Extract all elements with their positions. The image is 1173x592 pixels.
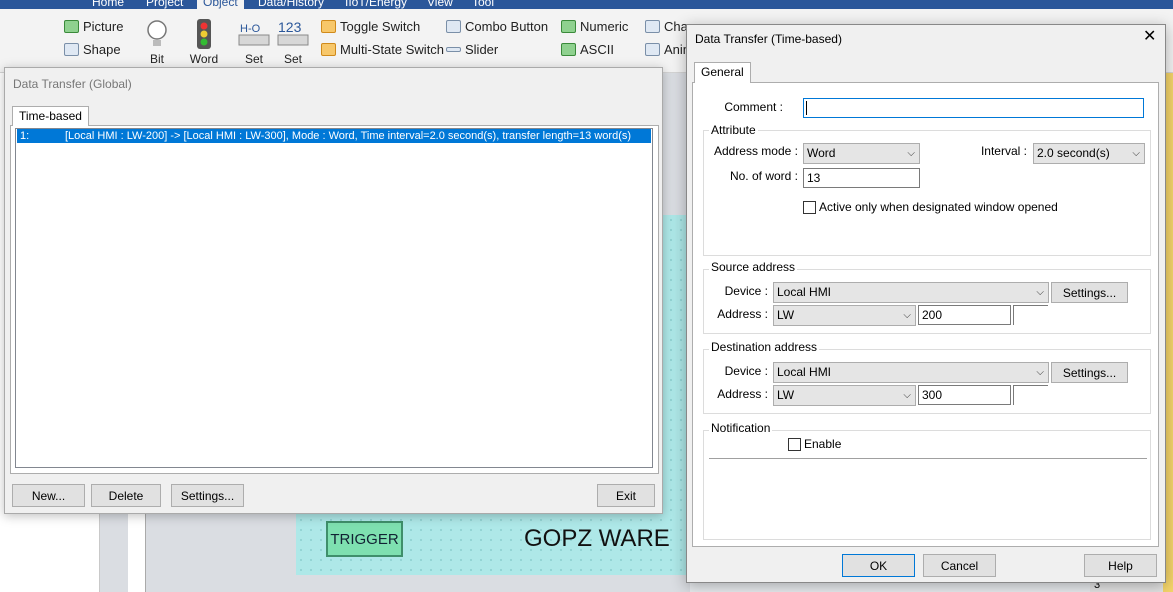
ribbon-shape[interactable]: Shape <box>64 42 121 57</box>
table-row[interactable]: 1: [Local HMI : LW-200] -> [Local HMI : … <box>17 129 651 143</box>
data-transfer-global-dialog: Data Transfer (Global) Time-based 1: [Lo… <box>4 67 663 514</box>
menu-tab-tool[interactable]: Tool <box>472 0 494 9</box>
close-icon[interactable]: ✕ <box>1143 29 1156 45</box>
ribbon-numeric[interactable]: Numeric <box>561 19 628 34</box>
set-word-icon: 123 <box>277 19 309 46</box>
combo-button-icon <box>446 20 461 33</box>
toggle-switch-icon <box>321 20 336 33</box>
menubar: Home Project Object Data/History IIoT/En… <box>0 0 1173 9</box>
shape-icon <box>64 43 79 56</box>
text-caret <box>806 101 807 115</box>
address-mode-select[interactable]: Word ⌵ <box>803 143 920 164</box>
ribbon-picture[interactable]: Picture <box>64 19 123 34</box>
dialog-title: Data Transfer (Time-based) <box>695 32 842 46</box>
help-button[interactable]: Help <box>1084 554 1157 577</box>
new-button[interactable]: New... <box>12 484 85 507</box>
settings-button[interactable]: Settings... <box>171 484 244 507</box>
ribbon-bit[interactable]: Bit <box>137 52 177 66</box>
traffic-light-icon <box>197 19 211 49</box>
active-only-label: Active only when designated window opene… <box>819 200 1058 214</box>
source-address-title: Source address <box>709 260 798 274</box>
source-address-type-select[interactable]: LW ⌵ <box>773 305 916 326</box>
exit-button[interactable]: Exit <box>597 484 655 507</box>
ribbon-set-word[interactable]: Set <box>273 52 313 66</box>
menu-tab-project[interactable]: Project <box>146 0 183 9</box>
enable-checkbox[interactable] <box>788 438 801 451</box>
ribbon-combo-button[interactable]: Combo Button <box>446 19 548 34</box>
destination-device-select[interactable]: Local HMI ⌵ <box>773 362 1049 383</box>
comment-input[interactable] <box>803 98 1144 118</box>
row-text: [Local HMI : LW-200] -> [Local HMI : LW-… <box>65 130 632 142</box>
interval-select[interactable]: 2.0 second(s) ⌵ <box>1033 143 1145 164</box>
gopz-ware-label: GOPZ WARE <box>524 525 670 552</box>
ok-button[interactable]: OK <box>842 554 915 577</box>
ribbon-chart[interactable]: Cha <box>645 19 688 34</box>
menu-tab-data-history[interactable]: Data/History <box>258 0 324 9</box>
animation-icon <box>645 43 660 56</box>
chart-icon <box>645 20 660 33</box>
tab-general[interactable]: General <box>694 62 751 83</box>
chevron-down-icon: ⌵ <box>903 390 911 401</box>
trigger-button[interactable]: TRIGGER <box>326 521 403 557</box>
destination-settings-button[interactable]: Settings... <box>1051 362 1128 383</box>
ribbon-multi-state-switch[interactable]: Multi-State Switch <box>321 42 444 57</box>
no-of-word-input[interactable]: 13 <box>803 168 920 188</box>
menu-tab-view[interactable]: View <box>427 0 453 9</box>
row-index: 1: <box>20 130 30 142</box>
ribbon-slider[interactable]: Slider <box>446 42 498 57</box>
menu-tab-home[interactable]: Home <box>92 0 124 9</box>
delete-button[interactable]: Delete <box>91 484 161 507</box>
source-device-label: Device : <box>724 284 768 298</box>
notification-title: Notification <box>709 421 773 435</box>
dialog-title: Data Transfer (Global) <box>13 77 132 91</box>
ribbon-set-bit[interactable]: Set <box>234 52 274 66</box>
destination-address-type-select[interactable]: LW ⌵ <box>773 385 916 406</box>
chevron-down-icon: ⌵ <box>1036 367 1044 378</box>
slider-icon <box>446 47 461 52</box>
source-settings-button[interactable]: Settings... <box>1051 282 1128 303</box>
svg-text:123: 123 <box>278 19 302 35</box>
chevron-down-icon: ⌵ <box>907 148 915 159</box>
destination-address-extra-field[interactable] <box>1013 385 1048 405</box>
ascii-icon <box>561 43 576 56</box>
active-only-checkbox[interactable] <box>803 201 816 214</box>
source-address-input[interactable]: 200 <box>918 305 1011 325</box>
tab-pane: Comment : Attribute Address mode : Word … <box>692 82 1159 547</box>
attribute-group-title: Attribute <box>709 123 758 137</box>
ribbon-word[interactable]: Word <box>184 52 224 66</box>
ribbon-ascii[interactable]: ASCII <box>561 42 614 57</box>
vertical-ruler <box>128 505 146 592</box>
menu-tab-iiot-energy[interactable]: IIoT/Energy <box>345 0 407 9</box>
chevron-down-icon: ⌵ <box>1132 148 1140 159</box>
notification-group <box>703 430 1151 540</box>
svg-text:H-O: H-O <box>240 23 261 35</box>
transfer-list[interactable]: 1: [Local HMI : LW-200] -> [Local HMI : … <box>15 128 653 468</box>
chevron-down-icon: ⌵ <box>903 310 911 321</box>
enable-label: Enable <box>804 437 842 451</box>
ribbon-toggle-switch[interactable]: Toggle Switch <box>321 19 420 34</box>
source-address-extra-field[interactable] <box>1013 305 1048 325</box>
picture-icon <box>64 20 79 33</box>
destination-address-input[interactable]: 300 <box>918 385 1011 405</box>
chevron-down-icon: ⌵ <box>1036 287 1044 298</box>
numeric-icon <box>561 20 576 33</box>
cancel-button[interactable]: Cancel <box>923 554 996 577</box>
destination-address-label: Address : <box>717 387 768 401</box>
destination-address-title: Destination address <box>709 340 820 354</box>
menu-tab-object[interactable]: Object <box>197 0 244 9</box>
bulb-icon <box>147 20 167 46</box>
source-device-select[interactable]: Local HMI ⌵ <box>773 282 1049 303</box>
no-of-word-label: No. of word : <box>729 169 798 183</box>
data-transfer-time-based-dialog: Data Transfer (Time-based) ✕ Comment : A… <box>686 24 1166 583</box>
multi-state-switch-icon <box>321 43 336 56</box>
source-address-label: Address : <box>717 307 768 321</box>
comment-label: Comment : <box>724 100 783 114</box>
address-mode-label: Address mode : <box>713 144 798 158</box>
set-bit-icon: H-O <box>238 23 270 46</box>
tab-time-based[interactable]: Time-based <box>12 106 89 126</box>
interval-label: Interval : <box>980 144 1027 158</box>
notification-divider <box>709 458 1147 459</box>
destination-device-label: Device : <box>724 364 768 378</box>
